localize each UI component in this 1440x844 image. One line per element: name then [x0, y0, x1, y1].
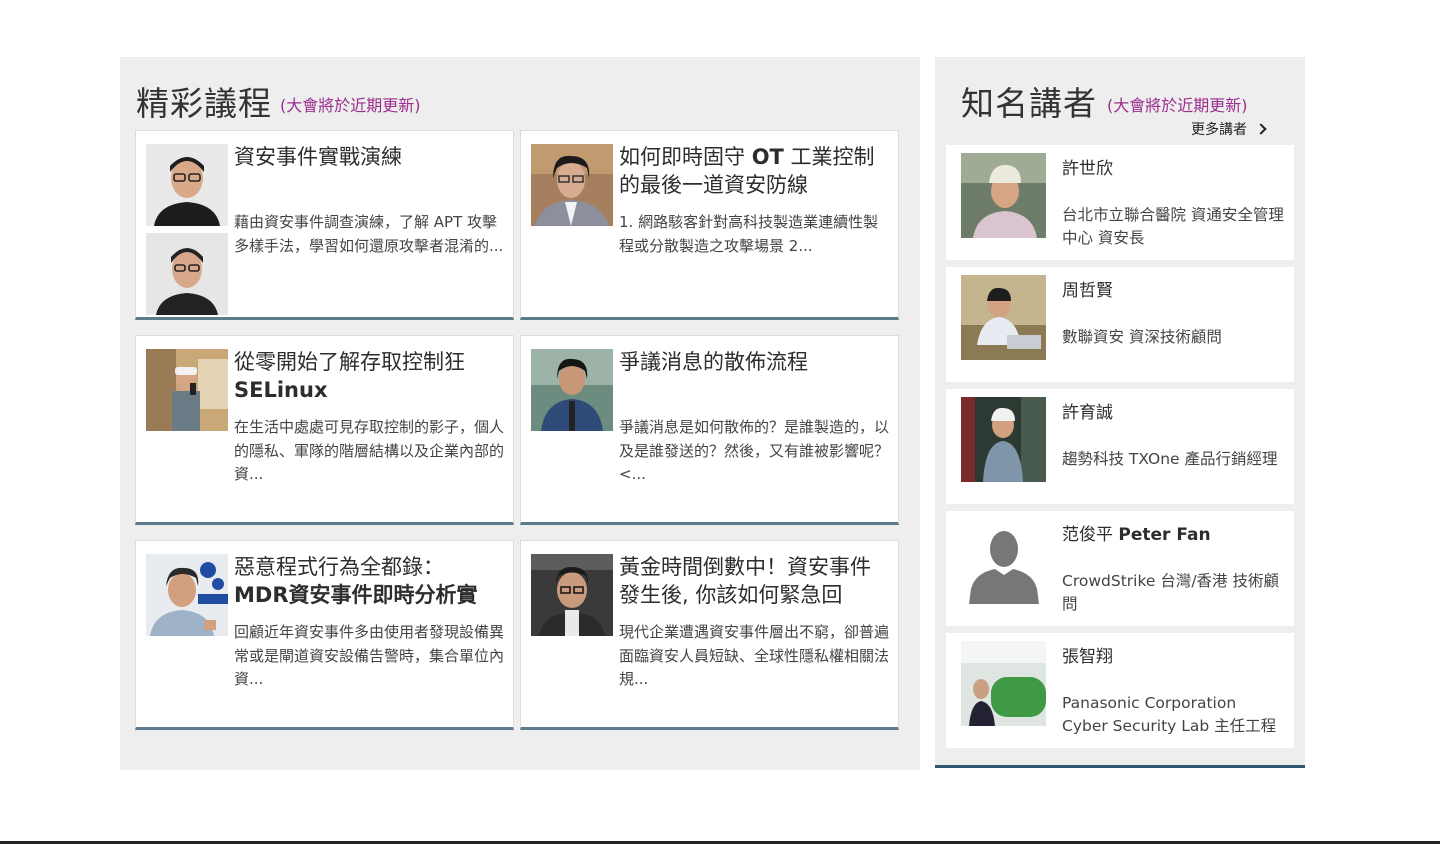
speaker-photo — [531, 349, 613, 431]
session-card[interactable]: 如何即時固守 OT 工業控制的最後一道資安防線 1. 網路駭客針對高科技製造業連… — [520, 130, 899, 320]
speaker-name[interactable]: 張智翔 — [1062, 642, 1113, 667]
session-description: 藉由資安事件調查演練，了解 APT 攻擊多樣手法，學習如何還原攻擊者混淆的... — [234, 213, 504, 255]
speaker-name[interactable]: 許育誠 — [1062, 398, 1113, 423]
session-description: 1. 網路駭客針對高科技製造業連續性製程或分散製造之攻擊場景 2... — [619, 213, 879, 255]
session-description: 回顧近年資安事件多由使用者發現設備異常或是閘道資安設備告警時，集合單位內資... — [234, 623, 505, 688]
sessions-panel: 精彩議程 (大會將於近期更新) 資安事件實戰演練 藉由資安事件調查演練，了解 A… — [120, 57, 920, 770]
sessions-update-note: (大會將於近期更新) — [280, 96, 421, 115]
speaker-card[interactable]: 范俊平 Peter Fan CrowdStrike 台灣/香港 技術顧問 — [946, 511, 1294, 626]
speaker-title: CrowdStrike 台灣/香港 技術顧問 — [1062, 572, 1279, 613]
session-card[interactable]: 惡意程式行為全都錄： MDR資安事件即時分析實 回顧近年資安事件多由使用者發現設備… — [135, 540, 514, 730]
session-description: 在生活中處處可見存取控制的影子，個人的隱私、軍隊的階層結構以及企業內部的資... — [234, 418, 505, 483]
session-title[interactable]: 如何即時固守 OT 工業控制的最後一道資安防線 — [619, 143, 891, 199]
speaker-photo — [146, 144, 228, 226]
speaker-card[interactable]: 許世欣 台北市立聯合醫院 資通安全管理中心 資安長 — [946, 145, 1294, 260]
session-title[interactable]: 資安事件實戰演練 — [234, 143, 506, 171]
session-card[interactable]: 從零開始了解存取控制狂 SELinux 在生活中處處可見存取控制的影子，個人的隱… — [135, 335, 514, 525]
speaker-name[interactable]: 范俊平 Peter Fan — [1062, 520, 1211, 545]
session-card[interactable]: 爭議消息的散佈流程 爭議消息是如何散佈的？是誰製造的，以及是誰發送的？然後，又有… — [520, 335, 899, 525]
speaker-photo — [146, 349, 228, 431]
speaker-photo — [531, 144, 613, 226]
chevron-right-icon[interactable] — [1255, 123, 1267, 135]
session-description: 爭議消息是如何散佈的？是誰製造的，以及是誰發送的？然後，又有誰被影響呢？<... — [619, 418, 890, 483]
speaker-title: 數聯資安 資深技術顧問 — [1062, 328, 1222, 346]
session-title[interactable]: 從零開始了解存取控制狂 SELinux — [234, 348, 506, 404]
speaker-photo — [531, 554, 613, 636]
speaker-photo — [961, 153, 1046, 238]
sessions-heading: 精彩議程 — [136, 84, 272, 123]
speaker-title: 趨勢科技 TXOne 產品行銷經理 — [1062, 450, 1278, 468]
speaker-photo — [961, 641, 1046, 726]
speakers-panel: 知名講者 (大會將於近期更新) 更多講者 許世欣 台北市立聯合醫院 資通安全管理… — [935, 57, 1305, 768]
speaker-card[interactable]: 張智翔 Panasonic Corporation Cyber Security… — [946, 633, 1294, 748]
speaker-photo — [961, 275, 1046, 360]
session-card[interactable]: 資安事件實戰演練 藉由資安事件調查演練，了解 APT 攻擊多樣手法，學習如何還原… — [135, 130, 514, 320]
speaker-photo — [961, 397, 1046, 482]
session-card[interactable]: 黃金時間倒數中！資安事件發生後, 你該如何緊急回 現代企業遭遇資安事件層出不窮，… — [520, 540, 899, 730]
session-title[interactable]: 黃金時間倒數中！資安事件發生後, 你該如何緊急回 — [619, 553, 891, 609]
speakers-heading: 知名講者 — [961, 84, 1097, 123]
person-silhouette-icon — [961, 519, 1046, 604]
more-speakers-label[interactable]: 更多講者 — [1191, 119, 1247, 139]
speaker-name[interactable]: 周哲賢 — [1062, 276, 1113, 301]
speaker-card[interactable]: 周哲賢 數聯資安 資深技術顧問 — [946, 267, 1294, 382]
speaker-photo — [146, 233, 228, 315]
speaker-title: Panasonic Corporation Cyber Security Lab… — [1062, 694, 1277, 735]
speaker-title: 台北市立聯合醫院 資通安全管理中心 資安長 — [1062, 206, 1284, 247]
session-title[interactable]: 爭議消息的散佈流程 — [619, 348, 891, 376]
speaker-name[interactable]: 許世欣 — [1062, 154, 1113, 179]
speaker-card[interactable]: 許育誠 趨勢科技 TXOne 產品行銷經理 — [946, 389, 1294, 504]
session-title[interactable]: 惡意程式行為全都錄： MDR資安事件即時分析實 — [234, 553, 506, 609]
session-description: 現代企業遭遇資安事件層出不窮，卻普遍面臨資安人員短缺、全球性隱私權相關法規... — [619, 623, 890, 688]
more-speakers-link[interactable]: 更多講者 — [1191, 119, 1267, 139]
speakers-update-note: (大會將於近期更新) — [1107, 96, 1248, 115]
speaker-photo — [146, 554, 228, 636]
